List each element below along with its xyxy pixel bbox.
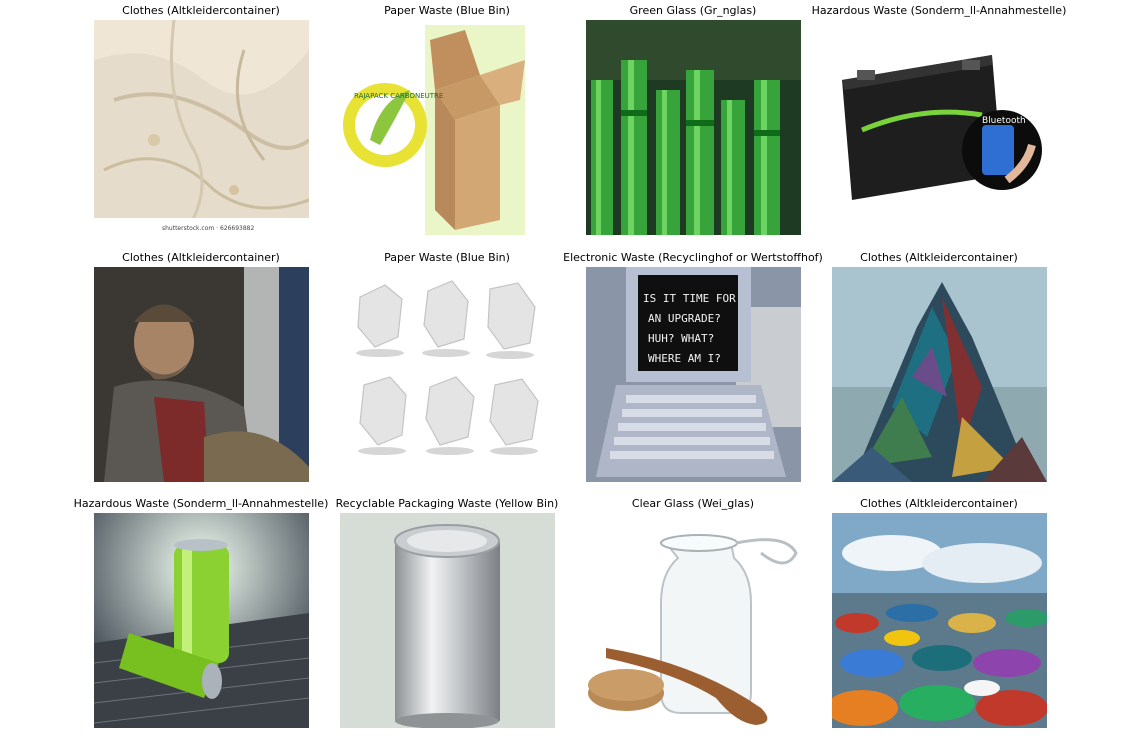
green-batteries-photo [94,513,309,728]
badge-text: Bluetooth [982,116,1026,126]
screen-line: AN UPGRADE? [648,312,721,325]
screen-line: HUH? WHAT? [648,332,714,345]
image-title: Hazardous Waste (Sonderm_ll-Annahmestell… [73,497,329,510]
clothes-mountain-photo [832,267,1047,482]
battery-photo: Bluetooth [832,20,1047,235]
crumpled-shirt-photo: shutterstock.com · 626693882 [94,20,309,235]
cardboard-box-photo: RAJAPACK CARBONEUTRE [340,20,555,235]
image-title: Electronic Waste (Recyclinghof or Wertst… [563,251,823,264]
image-title: Clothes (Altkleidercontainer) [122,4,280,17]
screen-line: WHERE AM I? [648,352,721,365]
image-title: Clothes (Altkleidercontainer) [860,251,1018,264]
badge-text: RAJAPACK CARBONEUTRE [354,92,443,100]
image-title: Recyclable Packaging Waste (Yellow Bin) [335,497,559,510]
glass-jar-photo [586,513,801,728]
old-laptop-photo: IS IT TIME FOR AN UPGRADE? HUH? WHAT? WH… [586,267,801,482]
image-title: Hazardous Waste (Sonderm_ll-Annahmestell… [811,4,1067,17]
crumpled-paper-photo [340,267,555,482]
clothes-landfill-photo [832,513,1047,728]
image-title: Clothes (Altkleidercontainer) [860,497,1018,510]
image-title: Paper Waste (Blue Bin) [384,251,510,264]
green-bottles-photo [586,20,801,235]
tin-can-photo [340,513,555,728]
sleeping-man-photo [94,267,309,482]
image-title: Green Glass (Gr_nglas) [629,4,757,17]
image-title: Clear Glass (Wei_glas) [631,497,755,510]
image-title: Paper Waste (Blue Bin) [384,4,510,17]
image-title: Clothes (Altkleidercontainer) [122,251,280,264]
screen-line: IS IT TIME FOR [643,292,736,305]
watermark-text: shutterstock.com · 626693882 [162,225,255,232]
